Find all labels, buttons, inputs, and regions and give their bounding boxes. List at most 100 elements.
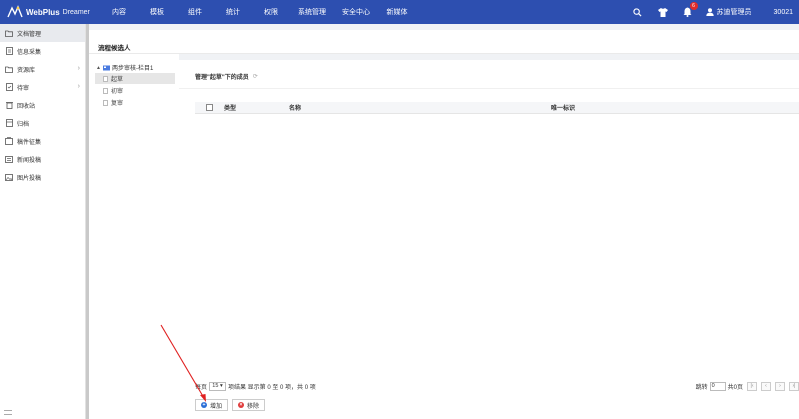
select-all-checkbox[interactable] xyxy=(206,104,213,111)
node-icon xyxy=(103,87,108,94)
column-header-type[interactable]: 类型 xyxy=(224,103,236,112)
user-menu[interactable]: 苏迪管理员 xyxy=(705,7,752,17)
notification-badge: 6 xyxy=(689,2,698,10)
next-page-button[interactable]: › xyxy=(775,381,785,391)
nav-item-security-center[interactable]: 安全中心 xyxy=(334,7,378,17)
column-header-unique-id[interactable]: 唯一标识 xyxy=(551,103,575,112)
main-nav: 内容 模板 组件 统计 权限 系统管理 安全中心 新媒体 xyxy=(100,7,416,17)
collect-docs-icon xyxy=(5,137,13,145)
sidebar-item-news-submission[interactable]: 新闻投稿 xyxy=(0,150,85,168)
shirt-icon[interactable] xyxy=(657,6,669,18)
chevron-right-icon: › xyxy=(77,65,80,72)
pagination-controls: 跳转 0 共0页 |‹ ‹ › ›| xyxy=(696,380,799,392)
collect-icon xyxy=(5,47,13,55)
user-icon xyxy=(705,8,714,16)
logo-icon xyxy=(7,5,23,18)
jump-page-input[interactable]: 0 xyxy=(709,381,726,391)
first-page-button[interactable]: |‹ xyxy=(747,381,757,391)
member-actions: + 增加 × 移除 xyxy=(195,399,269,411)
folder-open-icon xyxy=(5,29,13,37)
review-icon xyxy=(5,83,13,91)
nav-item-permissions[interactable]: 权限 xyxy=(252,7,290,17)
remove-button-label: 移除 xyxy=(247,403,260,410)
node-icon xyxy=(103,75,108,82)
page-title: 流程候选人 xyxy=(98,45,131,52)
sidebar-item-label: 稿件征集 xyxy=(17,139,42,146)
chevron-down-icon: ▾ xyxy=(219,383,223,389)
sidebar-item-label: 待审 xyxy=(17,85,30,92)
sidebar-item-resource-library[interactable]: 资源库 › xyxy=(0,60,85,78)
total-pages: 共0页 xyxy=(727,384,743,391)
tree-node-label: 初审 xyxy=(111,89,124,95)
tree-node-first-review[interactable]: 初审 xyxy=(95,85,175,96)
last-page-button[interactable]: ›| xyxy=(789,381,799,391)
tree-node-draft[interactable]: 起草 xyxy=(95,73,175,84)
sidebar-item-label: 文档管理 xyxy=(17,31,42,38)
search-icon[interactable] xyxy=(632,6,644,18)
sidebar: 文档管理 信息采集 资源库 › 待审 › 回收站 归档 稿件征集 新闻投稿 图片… xyxy=(0,24,86,419)
sidebar-item-label: 新闻投稿 xyxy=(17,157,42,164)
sidebar-item-label: 归档 xyxy=(17,121,30,128)
folder-icon xyxy=(5,65,13,73)
nav-item-new-media[interactable]: 新媒体 xyxy=(378,7,416,17)
tree-node-second-review[interactable]: 复审 xyxy=(95,97,175,108)
jump-label: 跳转 xyxy=(695,384,708,391)
per-page-select[interactable]: 15 ▾ xyxy=(209,381,227,391)
tree-root[interactable]: ▲ 两步审核-栏目1 xyxy=(96,63,154,73)
add-member-button[interactable]: + 增加 xyxy=(195,399,229,411)
sidebar-item-label: 回收站 xyxy=(17,103,36,110)
candidate-panel: 流程候选人 ▲ 两步审核-栏目1 起草 初审 复审 管理"起草"下的成员 ⟳ 类… xyxy=(89,30,799,419)
sidebar-item-label: 资源库 xyxy=(17,67,36,74)
add-button-label: 增加 xyxy=(210,403,223,410)
app-logo[interactable]: WebPlus Dreamer xyxy=(0,5,92,19)
tree-node-label: 复审 xyxy=(111,101,124,107)
members-title: 管理"起草"下的成员 ⟳ xyxy=(195,72,258,81)
remove-member-button[interactable]: × 移除 xyxy=(232,399,266,411)
collapse-triangle-icon[interactable]: ▲ xyxy=(96,65,101,71)
sidebar-item-recycle-bin[interactable]: 回收站 xyxy=(0,96,85,114)
sidebar-item-pending-review[interactable]: 待审 › xyxy=(0,78,85,96)
chevron-right-icon: › xyxy=(77,83,80,90)
sidebar-item-archive[interactable]: 归档 xyxy=(0,114,85,132)
user-name: 苏迪管理员 xyxy=(716,9,752,16)
top-navbar: WebPlus Dreamer 内容 模板 组件 统计 权限 系统管理 安全中心… xyxy=(0,0,799,24)
sidebar-item-document-management[interactable]: 文档管理 xyxy=(0,24,85,42)
main-content: 流程候选人 ▲ 两步审核-栏目1 起草 初审 复审 管理"起草"下的成员 ⟳ 类… xyxy=(89,24,799,419)
news-icon xyxy=(5,155,13,163)
refresh-icon[interactable]: ⟳ xyxy=(253,73,258,80)
header-actions: 6 苏迪管理员 30021 xyxy=(619,0,799,24)
app-name: WebPlus xyxy=(26,7,60,17)
sidebar-item-info-collection[interactable]: 信息采集 xyxy=(0,42,85,60)
tree-root-label: 两步审核-栏目1 xyxy=(111,66,154,72)
nav-item-templates[interactable]: 模板 xyxy=(138,7,176,17)
sidebar-item-image-submission[interactable]: 图片投稿 xyxy=(0,168,85,186)
user-id: 30021 xyxy=(773,8,793,16)
nav-item-statistics[interactable]: 统计 xyxy=(214,7,252,17)
tree-node-label: 起草 xyxy=(111,77,124,83)
sidebar-item-label: 信息采集 xyxy=(17,49,42,56)
result-summary: 项结果 显示第 0 至 0 项，共 0 项 xyxy=(228,384,316,391)
sidebar-item-label: 图片投稿 xyxy=(17,175,42,182)
image-icon xyxy=(5,173,13,181)
members-table-header: 类型 名称 唯一标识 xyxy=(195,102,799,114)
members-area: 管理"起草"下的成员 ⟳ 类型 名称 唯一标识 每页 15 ▾ 项结果 显示第 … xyxy=(179,54,799,419)
node-icon xyxy=(103,99,108,106)
members-panel: 管理"起草"下的成员 ⟳ 类型 名称 唯一标识 每页 15 ▾ 项结果 显示第 … xyxy=(179,60,799,419)
members-title-text: 管理"起草"下的成员 xyxy=(195,75,249,81)
nav-item-content[interactable]: 内容 xyxy=(100,7,138,17)
prev-page-button[interactable]: ‹ xyxy=(761,381,771,391)
per-page-value: 15 xyxy=(212,383,219,389)
bell-icon[interactable]: 6 xyxy=(682,2,698,18)
close-circle-icon: × xyxy=(238,402,245,408)
column-header-name[interactable]: 名称 xyxy=(289,103,301,112)
app-product: Dreamer xyxy=(62,8,90,16)
per-page-label: 每页 xyxy=(195,384,208,391)
members-divider xyxy=(179,88,799,89)
nav-item-system-management[interactable]: 系统管理 xyxy=(290,7,334,17)
trash-icon xyxy=(5,101,13,109)
collapse-sidebar-icon[interactable] xyxy=(4,410,12,415)
nav-item-components[interactable]: 组件 xyxy=(176,7,214,17)
sidebar-item-manuscript-collection[interactable]: 稿件征集 xyxy=(0,132,85,150)
plus-circle-icon: + xyxy=(201,402,207,408)
workflow-icon xyxy=(102,65,110,70)
